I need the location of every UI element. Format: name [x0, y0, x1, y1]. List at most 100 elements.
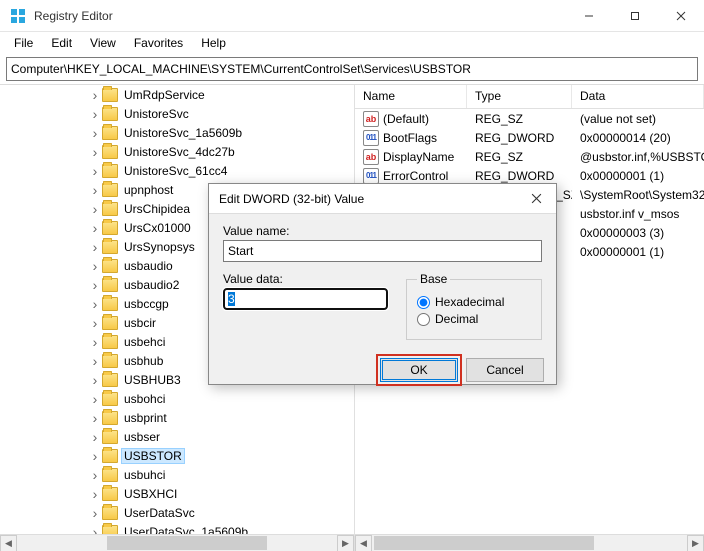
radio-hex[interactable]: Hexadecimal	[417, 295, 531, 309]
window-title: Registry Editor	[34, 9, 566, 23]
minimize-button[interactable]	[566, 0, 612, 32]
expand-icon[interactable]: ›	[88, 315, 102, 331]
tree-item-label: USBHUB3	[122, 373, 183, 387]
tree-item-label: usbprint	[122, 411, 169, 425]
scroll-left-icon[interactable]: ◀	[355, 535, 372, 551]
scroll-left-icon[interactable]: ◀	[0, 535, 17, 551]
expand-icon[interactable]: ›	[88, 448, 102, 464]
expand-icon[interactable]: ›	[88, 505, 102, 521]
value-data: \SystemRoot\System32\drivers\USBSTOR.SYS	[572, 188, 704, 202]
col-type[interactable]: Type	[467, 85, 572, 108]
value-data: @usbstor.inf,%USBSTOR.ServiceDescription…	[572, 150, 704, 164]
folder-icon	[102, 373, 118, 387]
expand-icon[interactable]: ›	[88, 144, 102, 160]
tree-item-label: UrsSynopsys	[122, 240, 197, 254]
tree-item-label: usbaudio2	[122, 278, 181, 292]
value-row[interactable]: 011BootFlagsREG_DWORD0x00000014 (20)	[355, 128, 704, 147]
folder-icon	[102, 411, 118, 425]
expand-icon[interactable]: ›	[88, 125, 102, 141]
expand-icon[interactable]: ›	[88, 429, 102, 445]
expand-icon[interactable]: ›	[88, 220, 102, 236]
expand-icon[interactable]: ›	[88, 201, 102, 217]
expand-icon[interactable]: ›	[88, 410, 102, 426]
value-data: 0x00000003 (3)	[572, 226, 704, 240]
expand-icon[interactable]: ›	[88, 372, 102, 388]
folder-icon	[102, 316, 118, 330]
expand-icon[interactable]: ›	[88, 486, 102, 502]
value-data: (value not set)	[572, 112, 704, 126]
value-name-label: Value name:	[223, 224, 542, 238]
col-data[interactable]: Data	[572, 85, 704, 108]
value-data-field[interactable]	[223, 288, 388, 310]
menu-edit[interactable]: Edit	[43, 34, 80, 52]
folder-icon	[102, 335, 118, 349]
expand-icon[interactable]: ›	[88, 391, 102, 407]
tree-item[interactable]: ›UserDataSvc	[0, 503, 354, 522]
value-row[interactable]: ab(Default)REG_SZ(value not set)	[355, 109, 704, 128]
value-name-field[interactable]	[223, 240, 542, 262]
expand-icon[interactable]: ›	[88, 296, 102, 312]
tree-item-label: usbhub	[122, 354, 165, 368]
ok-button[interactable]: OK	[380, 358, 458, 382]
folder-icon	[102, 164, 118, 178]
expand-icon[interactable]: ›	[88, 239, 102, 255]
string-value-icon: ab	[363, 111, 379, 127]
address-bar[interactable]: Computer\HKEY_LOCAL_MACHINE\SYSTEM\Curre…	[6, 57, 698, 81]
tree-item-label: UrsCx01000	[122, 221, 193, 235]
tree-item-label: UnistoreSvc_61cc4	[122, 164, 229, 178]
tree-item-label: usbaudio	[122, 259, 175, 273]
tree-item[interactable]: ›USBXHCI	[0, 484, 354, 503]
app-icon	[10, 8, 26, 24]
dialog-title: Edit DWORD (32-bit) Value	[219, 192, 516, 206]
tree-item-label: usbehci	[122, 335, 167, 349]
expand-icon[interactable]: ›	[88, 87, 102, 103]
tree-item[interactable]: ›usbuhci	[0, 465, 354, 484]
tree-item[interactable]: ›usbser	[0, 427, 354, 446]
value-data: 0x00000001 (1)	[572, 169, 704, 183]
expand-icon[interactable]: ›	[88, 334, 102, 350]
tree-item[interactable]: › UnistoreSvc_4dc27b	[0, 142, 354, 161]
cancel-button[interactable]: Cancel	[466, 358, 544, 382]
tree-item-label: UnistoreSvc_4dc27b	[122, 145, 237, 159]
expand-icon[interactable]: ›	[88, 277, 102, 293]
expand-icon[interactable]: ›	[88, 106, 102, 122]
radio-dec[interactable]: Decimal	[417, 312, 531, 326]
tree-item[interactable]: ›UmRdpService	[0, 85, 354, 104]
menu-favorites[interactable]: Favorites	[126, 34, 191, 52]
close-button[interactable]	[658, 0, 704, 32]
menu-help[interactable]: Help	[193, 34, 234, 52]
tree-item[interactable]: › UnistoreSvc	[0, 104, 354, 123]
dword-value-icon: 011	[363, 168, 379, 184]
folder-icon	[102, 354, 118, 368]
tree-item[interactable]: ›UnistoreSvc_1a5609b	[0, 123, 354, 142]
expand-icon[interactable]: ›	[88, 467, 102, 483]
folder-icon	[102, 449, 118, 463]
tree-item-label: USBSTOR	[122, 449, 184, 463]
menu-view[interactable]: View	[82, 34, 124, 52]
tree-item[interactable]: › UnistoreSvc_61cc4	[0, 161, 354, 180]
folder-icon	[102, 107, 118, 121]
maximize-button[interactable]	[612, 0, 658, 32]
scroll-right-icon[interactable]: ▶	[687, 535, 704, 551]
scroll-right-icon[interactable]: ▶	[337, 535, 354, 551]
expand-icon[interactable]: ›	[88, 163, 102, 179]
tree-item[interactable]: › usbprint	[0, 408, 354, 427]
tree-item-label: UnistoreSvc	[122, 107, 191, 121]
value-row[interactable]: abDisplayNameREG_SZ@usbstor.inf,%USBSTOR…	[355, 147, 704, 166]
expand-icon[interactable]: ›	[88, 258, 102, 274]
folder-icon	[102, 392, 118, 406]
dialog-close-button[interactable]	[516, 184, 556, 214]
expand-icon[interactable]: ›	[88, 182, 102, 198]
tree-hscroll[interactable]: ◀ ▶	[0, 534, 354, 551]
col-name[interactable]: Name	[355, 85, 467, 108]
expand-icon[interactable]: ›	[88, 353, 102, 369]
dword-value-icon: 011	[363, 130, 379, 146]
list-hscroll[interactable]: ◀ ▶	[355, 534, 704, 551]
close-icon	[531, 193, 542, 204]
tree-item-label: usbccgp	[122, 297, 171, 311]
menu-file[interactable]: File	[6, 34, 41, 52]
tree-item[interactable]: ›usbohci	[0, 389, 354, 408]
value-type: REG_DWORD	[467, 169, 572, 183]
tree-item[interactable]: › USBSTOR	[0, 446, 354, 465]
string-value-icon: ab	[363, 149, 379, 165]
